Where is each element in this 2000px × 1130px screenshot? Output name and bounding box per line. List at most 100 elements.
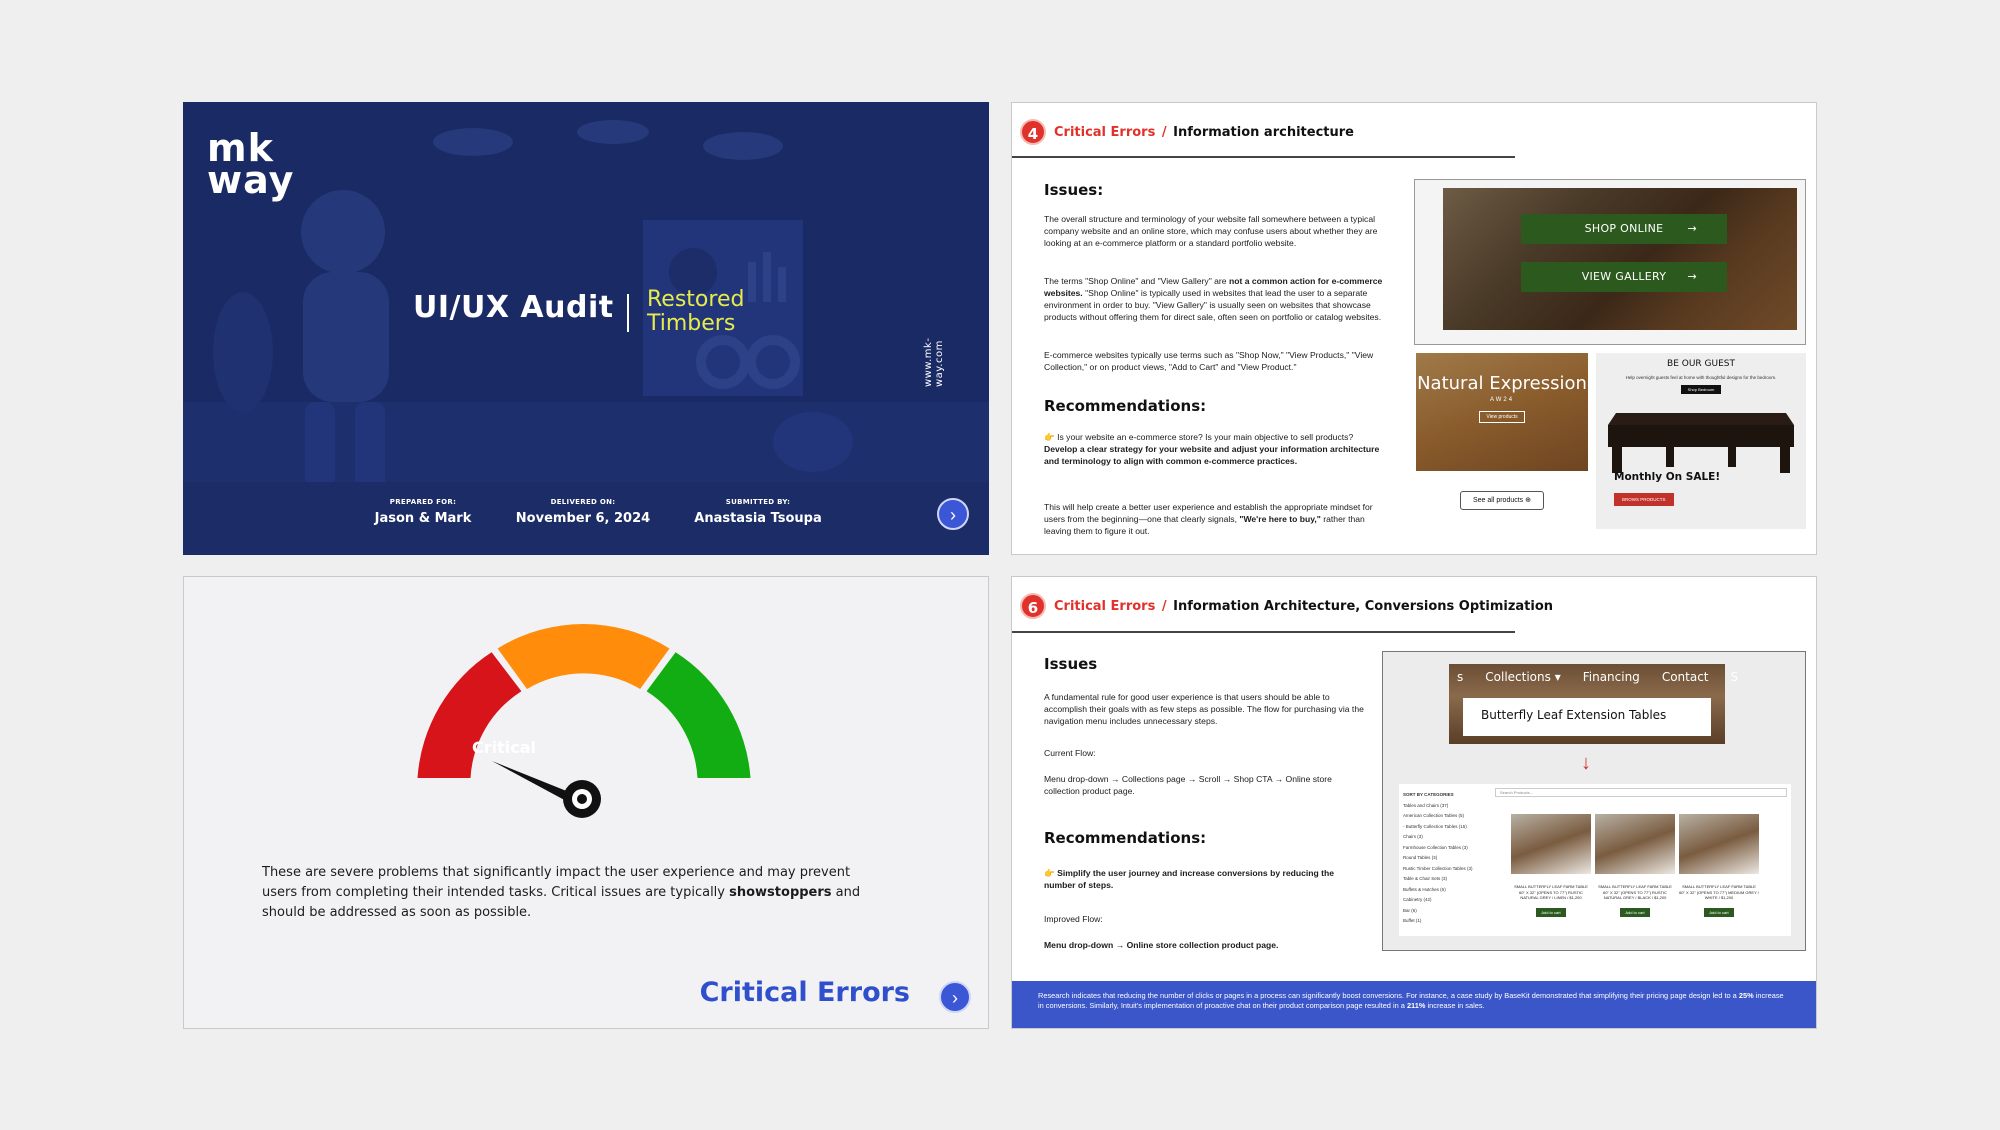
topic-label: Information Architecture, Conversions Op… — [1173, 598, 1554, 614]
nav-bar-screenshot: s Collections ▾ Financing Contact S Butt… — [1449, 664, 1738, 744]
header-rule — [1012, 631, 1515, 633]
nav-items: s Collections ▾ Financing Contact S — [1449, 670, 1738, 684]
current-flow-label: Current Flow: — [1044, 748, 1096, 758]
website-url: www.mk-way.com — [923, 337, 945, 387]
nav-item: S — [1730, 670, 1739, 684]
category-item: Cabinetry (42) — [1403, 897, 1432, 902]
gauge-critical-label: Critical — [472, 738, 536, 757]
prepared-for: PREPARED FOR: Jason & Mark — [333, 498, 513, 526]
gauge-minor-segment — [646, 652, 751, 778]
category-label: Critical Errors — [1054, 124, 1156, 140]
nav-item-collections: Collections ▾ — [1485, 670, 1561, 684]
navigation-flow-screenshot: s Collections ▾ Financing Contact S Butt… — [1382, 651, 1806, 951]
critical-description: These are severe problems that significa… — [262, 865, 861, 920]
search-input: Search Products... — [1495, 788, 1787, 797]
title-divider — [627, 294, 629, 332]
issues-paragraph-3: E-commerce websites typically use terms … — [1044, 350, 1374, 372]
shop-bedroom-button: Shop Bedroom — [1681, 385, 1721, 394]
header-rule — [1012, 156, 1515, 158]
recommendations-heading: Recommendations: — [1044, 397, 1207, 415]
nav-item-financing: Financing — [1582, 670, 1640, 684]
monthly-sale-text: Monthly On SALE! — [1614, 471, 1721, 483]
critical-errors-intro-slide: Critical These are severe problems that … — [183, 576, 989, 1029]
mkway-logo: mk way — [207, 126, 295, 202]
improved-flow-steps: Menu drop-down → Online store collection… — [1044, 940, 1279, 950]
astronaut-background-image — [183, 102, 989, 555]
category-item: American Collection Tables (5) — [1403, 813, 1464, 818]
topic-label: Information architecture — [1173, 124, 1354, 140]
issues-paragraph: A fundamental rule for good user experie… — [1044, 692, 1364, 726]
delivered-on-value: November 6, 2024 — [515, 511, 651, 526]
delivered-on-label: DELIVERED ON: — [550, 498, 616, 506]
header-slash: / — [1161, 598, 1167, 614]
improved-flow-label: Improved Flow: — [1044, 914, 1103, 924]
severity-gauge: Critical — [417, 623, 751, 818]
product-image — [1511, 814, 1591, 874]
be-our-guest-tile: BE OUR GUEST Help overnight guests feel … — [1596, 353, 1806, 529]
recommendation-2: This will help create a better user expe… — [1044, 502, 1373, 536]
category-item: Tables and Chairs (37) — [1403, 802, 1449, 808]
down-arrow-icon: ↓ — [1581, 752, 1591, 774]
error-number-badge: 6 — [1020, 593, 1046, 619]
error-number-badge: 4 — [1020, 119, 1046, 145]
client-name-line-1: Restored — [647, 287, 745, 312]
header-slash: / — [1161, 124, 1167, 140]
add-to-cart-button: Add to cart — [1704, 907, 1734, 917]
recommendation-1: 👉 Is your website an e-commerce store? I… — [1044, 432, 1380, 466]
nav-item-contact: Contact — [1661, 670, 1709, 684]
product-name: SMALL BUTTERFLY LEAF FARM TABLE 60" X 32… — [1679, 884, 1759, 900]
issues-paragraph-1: The overall structure and terminology of… — [1044, 214, 1378, 248]
add-to-cart-button: Add to cart — [1536, 907, 1566, 917]
product-image — [1679, 814, 1759, 874]
category-label: Critical Errors — [1054, 598, 1156, 614]
gauge-critical-segment — [417, 652, 522, 778]
guest-title: BE OUR GUEST — [1667, 359, 1735, 369]
natural-expression-tile: Natural Expression AW24 View products — [1416, 353, 1588, 471]
section-header: 4 Critical Errors / Information architec… — [1020, 119, 1354, 145]
view-products-button: View products — [1479, 411, 1525, 423]
see-all-products-button: See all products ⊕ — [1460, 491, 1544, 510]
natural-expression-sub: AW24 — [1489, 397, 1515, 403]
cover-slide: mk way UI/UX Audit Restored Timbers www.… — [183, 102, 989, 555]
category-list: SORT BY CATEGORIES Tables and Chairs (37… — [1403, 790, 1489, 927]
guest-subtitle: Help overnight guests feel at home with … — [1625, 375, 1777, 380]
browse-products-button: BROWS PRODUCTS — [1614, 493, 1674, 506]
nav-item: s — [1457, 670, 1464, 684]
product-name: SMALL BUTTERFLY LEAF FARM TABLE 60" X 32… — [1514, 884, 1588, 900]
hero-screenshot: SHOP ONLINE → VIEW GALLERY → — [1414, 179, 1806, 345]
category-item: - Butterfly Collection Tables (15) — [1403, 823, 1467, 829]
category-item: Chairs (3) — [1403, 834, 1423, 839]
critical-error-4-slide: 4 Critical Errors / Information architec… — [1011, 102, 1817, 555]
client-name-line-2: Timbers — [647, 311, 736, 336]
research-banner: Research indicates that reducing the num… — [1012, 981, 1816, 1028]
product-card: SMALL BUTTERFLY LEAF FARM TABLE 60" X 32… — [1511, 814, 1591, 919]
wood-background-image: SHOP ONLINE → VIEW GALLERY → — [1443, 188, 1797, 330]
delivered-on: DELIVERED ON: November 6, 2024 — [493, 498, 673, 526]
next-slide-button[interactable]: › — [937, 498, 969, 530]
category-item: Round Tables (3) — [1403, 855, 1438, 860]
prepared-for-label: PREPARED FOR: — [389, 498, 457, 506]
gauge-major-segment — [497, 623, 670, 689]
category-heading: SORT BY CATEGORIES — [1403, 792, 1454, 797]
category-item: Table & Chair Sets (3) — [1403, 876, 1448, 881]
submitted-by-label: SUBMITTED BY: — [725, 498, 791, 506]
shop-page-screenshot: SORT BY CATEGORIES Tables and Chairs (37… — [1399, 784, 1791, 936]
prepared-for-value: Jason & Mark — [374, 511, 472, 526]
cover-title: UI/UX Audit — [413, 290, 614, 325]
section-header: 6 Critical Errors / Information Architec… — [1020, 593, 1553, 619]
issues-heading: Issues — [1044, 655, 1098, 673]
submitted-by-value: Anastasia Tsoupa — [694, 511, 822, 526]
product-card: SMALL BUTTERFLY LEAF FARM TABLE 60" X 32… — [1679, 814, 1759, 919]
next-slide-button[interactable]: › — [939, 981, 971, 1013]
recommendation-1: 👉 Simplify the user journey and increase… — [1044, 868, 1335, 890]
product-card: SMALL BUTTERFLY LEAF FARM TABLE 60" X 32… — [1595, 814, 1675, 919]
issues-heading: Issues: — [1044, 181, 1104, 199]
category-item: Bar (6) — [1403, 907, 1417, 913]
view-gallery-button: VIEW GALLERY → — [1521, 262, 1727, 292]
client-name: Restored Timbers — [647, 288, 744, 336]
submitted-by: SUBMITTED BY: Anastasia Tsoupa — [668, 498, 848, 526]
recommendations-heading: Recommendations: — [1044, 829, 1207, 847]
category-item: Rustic Timber Collection Tables (3) — [1403, 865, 1473, 871]
current-flow-steps: Menu drop-down → Collections page → Scro… — [1044, 774, 1332, 796]
critical-errors-title: Critical Errors — [699, 977, 910, 1008]
